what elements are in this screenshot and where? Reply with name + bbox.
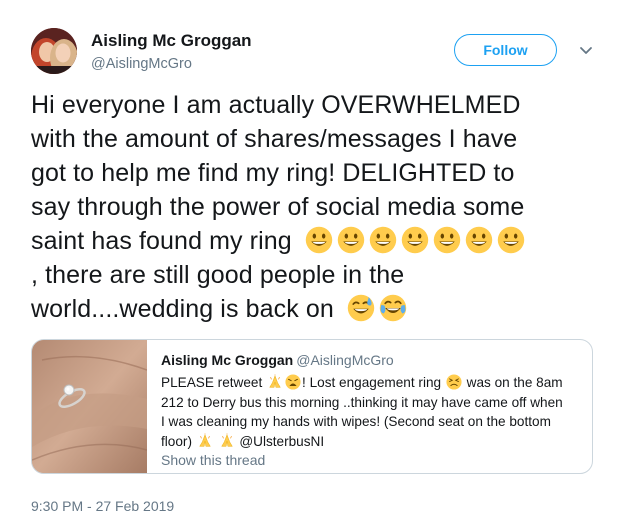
emoji-row	[305, 226, 529, 255]
grinning-face-icon	[369, 226, 397, 254]
author-name[interactable]: Aisling Mc Groggan	[91, 31, 252, 51]
face-with-tears-of-joy-icon	[379, 294, 407, 322]
author-handle[interactable]: @AislingMcGro	[91, 56, 192, 72]
grinning-face-icon	[433, 226, 461, 254]
show-thread-link[interactable]: Show this thread	[161, 452, 265, 468]
quoted-author[interactable]: Aisling Mc Groggan @AislingMcGro	[161, 352, 394, 368]
quoted-author-handle[interactable]: @AislingMcGro	[296, 352, 393, 368]
tweet-line-with-emoji: saint has found my ring	[31, 224, 606, 258]
quoted-line: 212 to Derry bus this morning ..thinking…	[161, 394, 563, 410]
tweet-text: Hi everyone I am actually OVERWHELMED wi…	[31, 88, 606, 326]
tweet-line: say through the power of social media so…	[31, 193, 525, 221]
grinning-face-icon	[337, 226, 365, 254]
grinning-face-with-sweat-icon	[347, 294, 375, 322]
tweet-line: with the amount of shares/messages I hav…	[31, 125, 518, 153]
tweet-line-with-emoji: world....wedding is back on	[31, 292, 606, 326]
tweet-line: got to help me find my ring! DELIGHTED t…	[31, 159, 515, 187]
quoted-text: was on the 8am	[466, 375, 563, 390]
tweet-line-text: saint has found my ring	[31, 227, 292, 255]
quoted-line: I was cleaning my hands with wipes! (Sec…	[161, 414, 551, 429]
quoted-line: floor) @UlsterbusNI	[161, 432, 586, 452]
tweet-line: Hi everyone I am actually OVERWHELMED	[31, 91, 521, 119]
tweet-line-text: world....wedding is back on	[31, 295, 334, 323]
mention-link[interactable]: @UlsterbusNI	[239, 434, 324, 449]
folded-hands-icon	[220, 432, 233, 447]
grinning-face-icon	[465, 226, 493, 254]
weary-face-icon	[285, 374, 301, 390]
tweet-line: , there are still good people in the	[31, 261, 405, 289]
quoted-tweet-text: PLEASE retweet ! Lost engagement ring wa…	[161, 373, 586, 451]
persevering-face-icon	[446, 374, 462, 390]
quoted-text: PLEASE retweet	[161, 375, 263, 390]
follow-button[interactable]: Follow	[454, 34, 557, 66]
grinning-face-icon	[401, 226, 429, 254]
quoted-text: ! Lost engagement ring	[302, 375, 442, 390]
folded-hands-icon	[199, 432, 211, 447]
quoted-line: PLEASE retweet ! Lost engagement ring wa…	[161, 373, 586, 393]
quoted-tweet[interactable]: Aisling Mc Groggan @AislingMcGro PLEASE r…	[31, 339, 593, 474]
chevron-down-icon[interactable]	[576, 40, 596, 60]
grinning-face-icon	[497, 226, 525, 254]
folded-hands-icon	[269, 374, 281, 388]
grinning-face-icon	[305, 226, 333, 254]
avatar[interactable]	[31, 28, 77, 74]
quoted-author-name[interactable]: Aisling Mc Groggan	[161, 352, 293, 368]
quoted-tweet-image[interactable]	[32, 340, 147, 473]
tweet-timestamp[interactable]: 9:30 PM - 27 Feb 2019	[31, 498, 174, 514]
quoted-text: floor)	[161, 433, 192, 449]
